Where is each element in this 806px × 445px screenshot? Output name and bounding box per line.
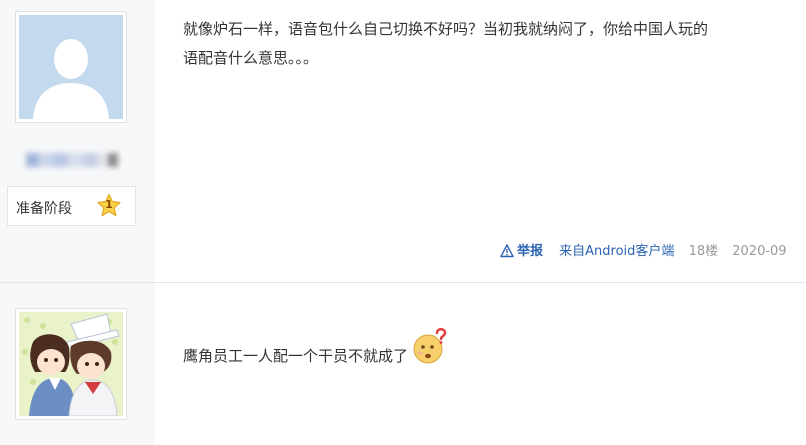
level-name: 准备阶段 <box>16 201 72 217</box>
report-button[interactable]: 举报 <box>500 242 543 263</box>
post-content-line: 语配音什么意思。。。 <box>183 49 319 67</box>
post-floor-19: 鹰角员工一人配一个干员不就成了 <box>0 283 806 445</box>
avatar[interactable] <box>15 308 127 420</box>
author-sidebar: 准备阶段 1 <box>0 0 155 282</box>
author-sidebar <box>0 283 155 445</box>
anime-characters-illustration <box>19 312 123 416</box>
username-blurred[interactable] <box>26 149 120 171</box>
level-number: 1 <box>105 198 113 211</box>
user-level-badge[interactable]: 准备阶段 1 <box>7 186 136 226</box>
default-avatar-image <box>19 15 123 119</box>
post-tail-bar: 举报 来自Android客户端 18楼 2020-09 <box>500 242 787 262</box>
anime-avatar-image <box>19 312 123 416</box>
confused-face-emoji-icon <box>413 328 447 364</box>
post-content-line: 就像炉石一样，语音包什么自己切换不好吗？当初我就纳闷了，你给中国人玩的 <box>183 20 709 38</box>
source-label[interactable]: 来自Android客户端 <box>559 242 674 262</box>
post-floor-18: 准备阶段 1 就像炉石一样，语音包什么自己切换不好吗？当初我就纳闷了，你给中国人… <box>0 0 806 282</box>
floor-number: 18楼 <box>688 244 719 260</box>
post-content-text: 鹰角员工一人配一个干员不就成了 <box>183 347 409 365</box>
warning-icon <box>500 243 514 257</box>
avatar[interactable] <box>15 11 127 123</box>
report-label: 举报 <box>517 244 544 259</box>
post-date: 2020-09 <box>732 244 787 260</box>
source-prefix: 来自Android客户端 <box>559 242 674 263</box>
default-person-icon <box>19 15 123 119</box>
post-content: 就像炉石一样，语音包什么自己切换不好吗？当初我就纳闷了，你给中国人玩的 语配音什… <box>183 15 806 73</box>
post-content: 鹰角员工一人配一个干员不就成了 <box>183 327 806 371</box>
